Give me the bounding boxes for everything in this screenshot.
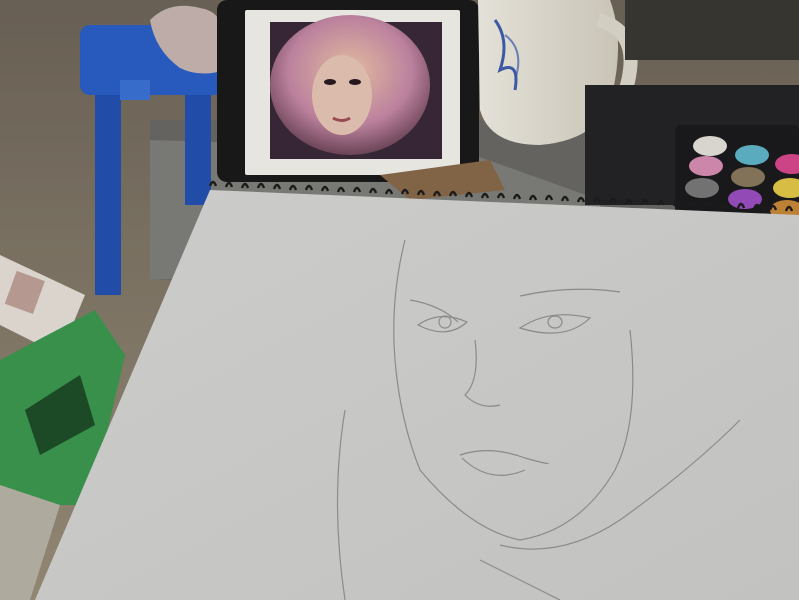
photo-scene [0,0,799,600]
